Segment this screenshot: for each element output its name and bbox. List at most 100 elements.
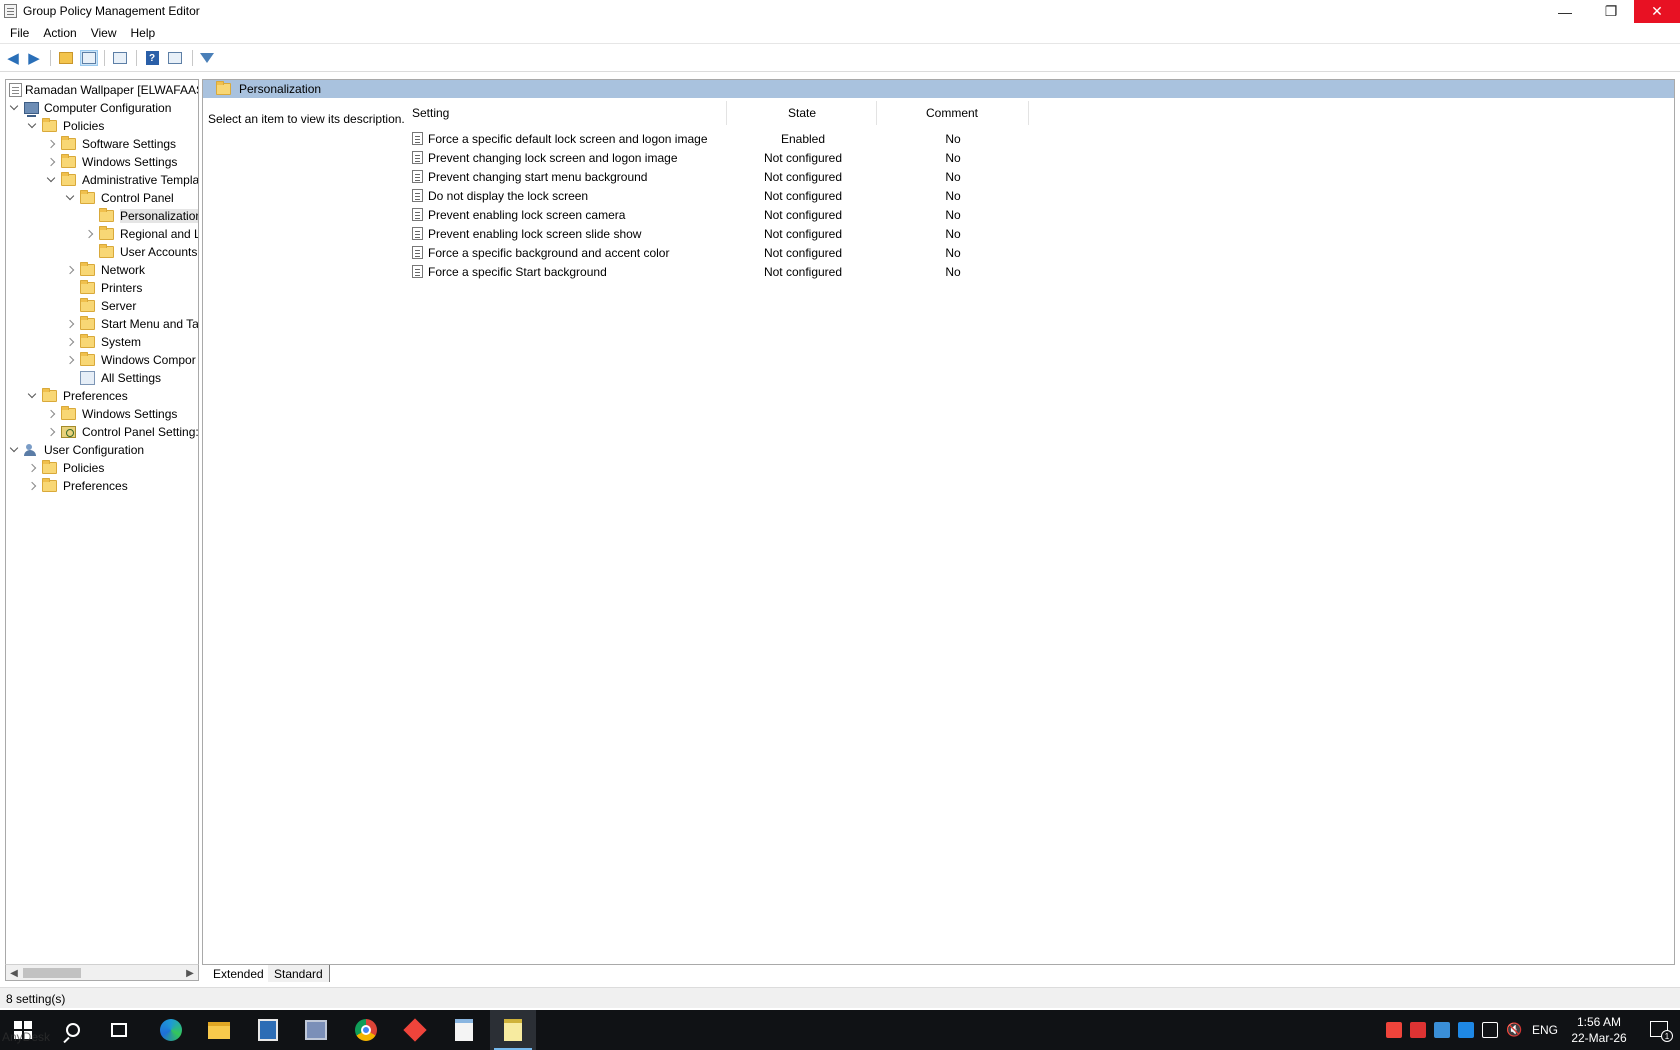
clock-time: 1:56 AM [1576,1015,1622,1029]
taskbar-gpme[interactable] [490,1010,536,1050]
tree-label: User Accounts [120,245,198,259]
tree-label: Policies [63,119,105,133]
back-icon[interactable]: ◀ [4,50,22,66]
expand-chevron-icon[interactable] [27,463,36,472]
taskbar-file-explorer[interactable] [196,1010,242,1050]
table-row[interactable]: Prevent enabling lock screen camera Not … [403,205,1283,224]
collapse-chevron-icon[interactable] [9,445,18,454]
column-divider[interactable] [1028,101,1029,125]
toolbar: ◀ ▶ ? [0,44,1680,72]
collapse-chevron-icon[interactable] [9,103,18,112]
taskbar-documents[interactable] [245,1010,291,1050]
table-row[interactable]: Force a specific background and accent c… [403,243,1283,262]
setting-name: Force a specific Start background [428,265,607,279]
folder-icon [61,154,76,168]
taskbar-chrome[interactable] [343,1010,389,1050]
console-tree[interactable]: Ramadan Wallpaper [ELWAFAAS Computer Con… [5,79,199,975]
security-tray-icon[interactable] [1410,1022,1426,1038]
tab-extended[interactable]: Extended [207,965,271,982]
folder-icon [42,478,57,492]
taskbar-clock[interactable]: 1:56 AM 22-Mar-26 [1564,1014,1634,1046]
scroll-right-icon[interactable]: ▶ [183,966,197,980]
table-row[interactable]: Prevent changing start menu background N… [403,167,1283,186]
tree-label: Control Panel Setting: [82,425,199,439]
notification-center-icon[interactable]: 1 [1650,1021,1673,1042]
scroll-thumb[interactable] [23,968,81,978]
expand-chevron-icon[interactable] [46,139,55,148]
settings-list[interactable]: Setting State Comment Force a specific d… [403,98,1674,964]
setting-comment: No [945,246,961,260]
folder-icon [80,352,95,366]
menu-view[interactable]: View [84,26,124,40]
tree-label: Network [101,263,146,277]
expand-chevron-icon[interactable] [27,481,36,490]
menu-bar: File Action View Help [0,23,1680,44]
app-tray-icon[interactable] [1458,1022,1474,1038]
anydesk-tray-icon[interactable] [1386,1022,1402,1038]
menu-help[interactable]: Help [124,26,163,40]
minimize-button[interactable]: — [1542,0,1588,23]
tree-label: Windows Compor [101,353,196,367]
volume-muted-icon[interactable]: 🔇 [1506,1022,1522,1038]
notification-count-badge: 1 [1661,1030,1673,1042]
expand-chevron-icon[interactable] [84,229,93,238]
show-hide-tree-icon[interactable] [80,50,98,66]
tree-label: Start Menu and Ta [101,317,199,331]
table-row[interactable]: Force a specific Start background Not co… [403,262,1283,281]
collapse-chevron-icon[interactable] [27,121,36,130]
table-row[interactable]: Prevent changing lock screen and logon i… [403,148,1283,167]
filter-icon[interactable] [198,50,216,66]
up-folder-icon[interactable] [57,50,75,66]
search-button[interactable] [50,1010,96,1050]
menu-action[interactable]: Action [36,26,83,40]
close-button[interactable]: ✕ [1634,0,1680,23]
taskbar-anydesk[interactable] [392,1010,438,1050]
table-row[interactable]: Do not display the lock screen Not confi… [403,186,1283,205]
network-share-tray-icon[interactable] [1434,1022,1450,1038]
folder-icon [216,81,231,95]
policy-setting-icon [412,170,423,183]
table-row[interactable]: Force a specific default lock screen and… [403,129,1283,148]
task-view-button[interactable] [96,1010,142,1050]
expand-chevron-icon[interactable] [46,157,55,166]
collapse-chevron-icon[interactable] [27,391,36,400]
collapse-chevron-icon[interactable] [65,193,74,202]
expand-chevron-icon[interactable] [65,355,74,364]
table-row[interactable]: Prevent enabling lock screen slide show … [403,224,1283,243]
tree-label: Windows Settings [82,407,178,421]
export-list-icon[interactable] [111,50,129,66]
collapse-chevron-icon[interactable] [46,175,55,184]
forward-icon[interactable]: ▶ [25,50,43,66]
help-icon[interactable]: ? [143,50,161,66]
expand-chevron-icon[interactable] [65,265,74,274]
taskbar-notepad[interactable] [441,1010,487,1050]
expand-chevron-icon[interactable] [65,319,74,328]
taskbar-computer[interactable] [293,1010,339,1050]
expand-chevron-icon[interactable] [65,337,74,346]
tree-label: Control Panel [101,191,174,205]
column-header-state[interactable]: State [727,103,877,123]
menu-file[interactable]: File [3,26,36,40]
policy-setting-icon [412,208,423,221]
expand-chevron-icon[interactable] [46,427,55,436]
column-header-comment[interactable]: Comment [877,103,1027,123]
column-header-setting[interactable]: Setting [412,103,449,123]
setting-state: Not configured [763,189,843,203]
scroll-left-icon[interactable]: ◀ [7,966,21,980]
folder-icon [61,406,76,420]
console-tree-icon[interactable] [166,50,184,66]
tree-label: Software Settings [82,137,177,151]
folder-icon [99,244,114,258]
expand-chevron-icon[interactable] [46,409,55,418]
taskbar-edge[interactable] [148,1010,194,1050]
anydesk-icon [403,1018,427,1042]
file-explorer-icon [208,1021,230,1039]
tree-horizontal-scrollbar[interactable]: ◀ ▶ [5,964,199,981]
control-panel-icon [61,426,76,438]
input-language[interactable]: ENG [1532,1023,1558,1037]
restore-button[interactable]: ❐ [1588,0,1634,23]
tree-label: Personalization [120,209,198,223]
network-icon[interactable] [1482,1022,1498,1038]
tab-standard[interactable]: Standard [268,965,330,982]
anydesk-overlay-label: AnyDesk [2,1030,51,1044]
